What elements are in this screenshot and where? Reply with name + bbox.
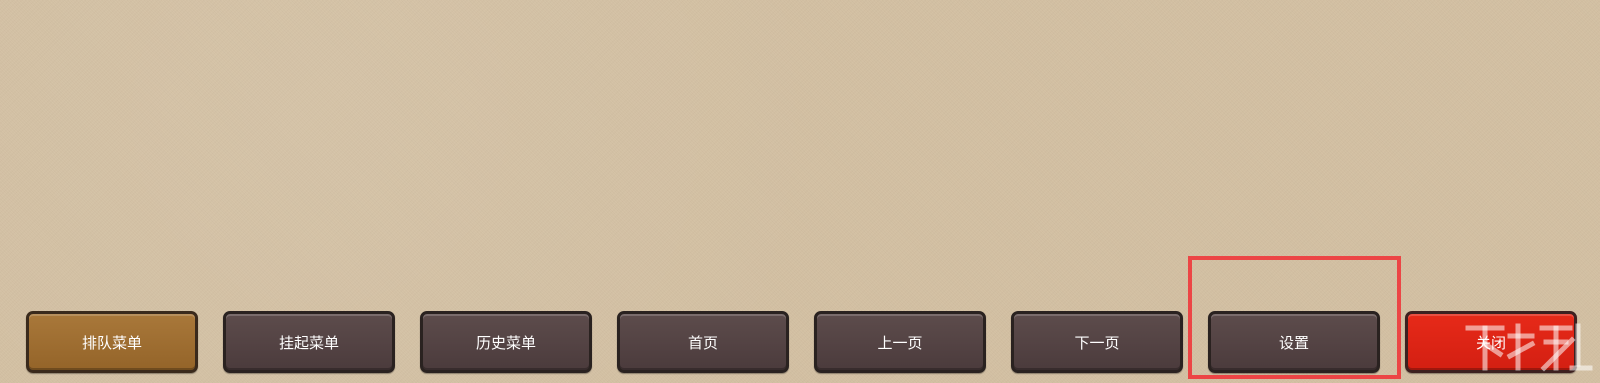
history-menu-button[interactable]: 历史菜单	[420, 311, 592, 373]
app-canvas: 排队菜单 挂起菜单 历史菜单 首页 上一页 下一页 设置 关闭	[0, 0, 1600, 383]
first-page-button[interactable]: 首页	[617, 311, 789, 373]
suspended-menu-button[interactable]: 挂起菜单	[223, 311, 395, 373]
next-page-button[interactable]: 下一页	[1011, 311, 1183, 373]
queue-menu-button[interactable]: 排队菜单	[26, 311, 198, 373]
close-button[interactable]: 关闭	[1405, 311, 1577, 373]
previous-page-button[interactable]: 上一页	[814, 311, 986, 373]
settings-button[interactable]: 设置	[1208, 311, 1380, 373]
